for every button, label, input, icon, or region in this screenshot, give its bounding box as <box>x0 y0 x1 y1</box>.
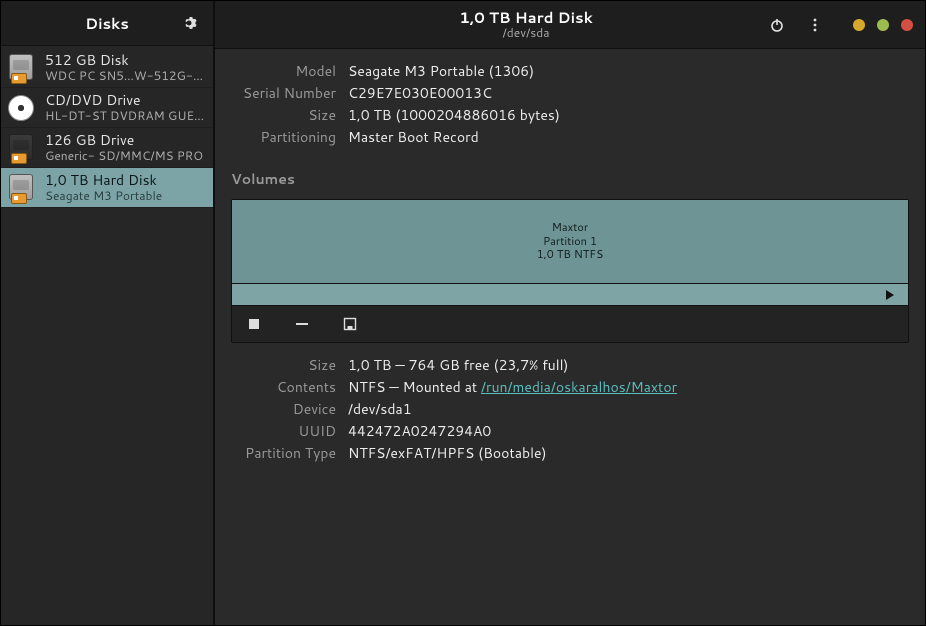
volumes-heading: Volumes <box>231 169 909 189</box>
value-device: /dev/sda1 <box>348 399 909 419</box>
disk-name: 1,0 TB Hard Disk <box>45 172 162 189</box>
delete-partition-button[interactable] <box>290 312 314 336</box>
unmount-button[interactable] <box>242 312 266 336</box>
sidebar-item-disk-1[interactable]: CD/DVD Drive HL-DT-ST DVDRAM GUE1N <box>1 88 213 128</box>
disk-name: 126 GB Drive <box>45 132 203 149</box>
disk-name: CD/DVD Drive <box>45 92 207 109</box>
gear-icon <box>183 15 199 31</box>
sidebar-title: Disks <box>35 13 179 34</box>
value-contents: NTFS — Mounted at /run/media/oskaralhos/… <box>348 377 909 397</box>
contents-prefix: NTFS — Mounted at <box>348 377 481 397</box>
label-uuid: UUID <box>231 421 336 441</box>
header-actions <box>765 13 913 37</box>
value-psize: 1,0 TB — 764 GB free (23,7% full) <box>348 355 909 375</box>
sd-icon <box>5 132 37 164</box>
value-size: 1,0 TB (1000204886016 bytes) <box>348 105 909 125</box>
main-header: 1,0 TB Hard Disk /dev/sda <box>215 1 925 49</box>
partition-fs: 1,0 TB NTFS <box>537 248 604 262</box>
label-device: Device <box>231 399 336 419</box>
sidebar: Disks 512 GB Disk WDC PC SN5…W-512G-1014 <box>1 1 215 625</box>
content: Model Seagate M3 Portable (1306) Serial … <box>215 49 925 463</box>
power-icon <box>769 17 785 33</box>
drive-info: Model Seagate M3 Portable (1306) Serial … <box>231 61 909 147</box>
value-serial: C29E7E030E00013C <box>348 83 909 103</box>
label-contents: Contents <box>231 377 336 397</box>
stop-icon <box>248 318 260 330</box>
maximize-button[interactable] <box>877 19 889 31</box>
app-menu-button[interactable] <box>179 11 203 35</box>
value-uuid: 442472A0247294A0 <box>348 421 909 441</box>
mount-bar <box>232 284 908 306</box>
minus-icon <box>295 317 309 331</box>
window-controls <box>853 19 913 31</box>
volumes-box: Maxtor Partition 1 1,0 TB NTFS <box>231 199 909 343</box>
value-model: Seagate M3 Portable (1306) <box>348 61 909 81</box>
disk-list: 512 GB Disk WDC PC SN5…W-512G-1014 CD/DV… <box>1 46 213 625</box>
play-icon <box>885 290 895 300</box>
partition-block[interactable]: Maxtor Partition 1 1,0 TB NTFS <box>232 200 908 284</box>
minimize-button[interactable] <box>853 19 865 31</box>
disk-sub: HL-DT-ST DVDRAM GUE1N <box>45 109 207 123</box>
page-subtitle: /dev/sda <box>503 26 550 39</box>
sidebar-item-disk-3[interactable]: 1,0 TB Hard Disk Seagate M3 Portable <box>1 168 213 208</box>
gears-icon <box>343 317 357 331</box>
drive-menu-button[interactable] <box>803 13 827 37</box>
kebab-icon <box>807 17 823 33</box>
value-partitioning: Master Boot Record <box>348 127 909 147</box>
disk-sub: Generic- SD/MMC/MS PRO <box>45 149 203 163</box>
mountpoint-link[interactable]: /run/media/oskaralhos/Maxtor <box>481 377 677 397</box>
label-size: Size <box>231 105 336 125</box>
sidebar-header: Disks <box>1 1 213 46</box>
disk-name: 512 GB Disk <box>45 52 207 69</box>
partition-settings-button[interactable] <box>338 312 362 336</box>
app-window: Disks 512 GB Disk WDC PC SN5…W-512G-1014 <box>1 1 925 625</box>
hdd-icon <box>5 52 37 84</box>
disk-sub: WDC PC SN5…W-512G-1014 <box>45 69 207 83</box>
sidebar-item-disk-2[interactable]: 126 GB Drive Generic- SD/MMC/MS PRO <box>1 128 213 168</box>
label-partitioning: Partitioning <box>231 127 336 147</box>
close-button[interactable] <box>901 19 913 31</box>
sidebar-item-disk-0[interactable]: 512 GB Disk WDC PC SN5…W-512G-1014 <box>1 48 213 88</box>
disk-sub: Seagate M3 Portable <box>45 189 162 203</box>
partition-details: Size 1,0 TB — 764 GB free (23,7% full) C… <box>231 355 909 463</box>
mount-play-button[interactable] <box>878 283 902 307</box>
header-title-block: 1,0 TB Hard Disk /dev/sda <box>287 10 765 40</box>
cd-icon <box>5 92 37 124</box>
volume-toolbar <box>232 306 908 342</box>
hdd-icon <box>5 172 37 204</box>
main-panel: 1,0 TB Hard Disk /dev/sda <box>215 1 925 625</box>
label-model: Model <box>231 61 336 81</box>
label-serial: Serial Number <box>231 83 336 103</box>
power-button[interactable] <box>765 13 789 37</box>
label-ptype: Partition Type <box>231 443 336 463</box>
value-ptype: NTFS/exFAT/HPFS (Bootable) <box>348 443 909 463</box>
label-psize: Size <box>231 355 336 375</box>
